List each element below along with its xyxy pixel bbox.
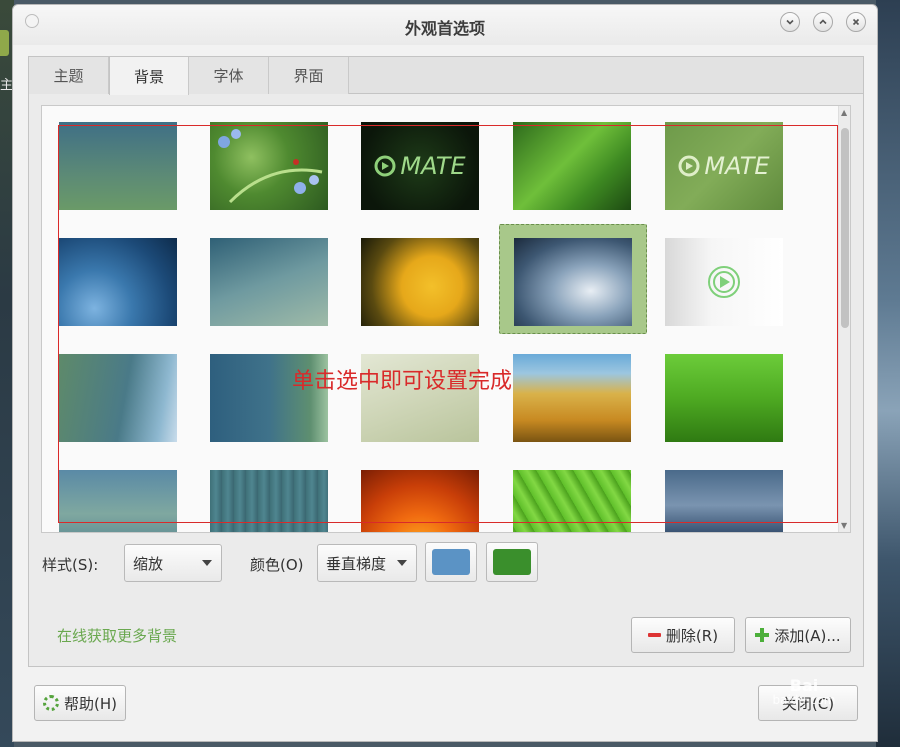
tab-theme[interactable]: 主题 bbox=[29, 57, 109, 94]
style-label: 样式(S): bbox=[42, 556, 99, 574]
annotation-text: 单击选中即可设置完成 bbox=[292, 369, 513, 394]
get-more-backgrounds-link[interactable]: 在线获取更多背景 bbox=[57, 625, 177, 646]
color-label: 颜色(O) bbox=[250, 556, 304, 574]
delete-button-label: 删除(R) bbox=[665, 626, 719, 645]
tab-fonts[interactable]: 字体 bbox=[189, 57, 269, 94]
window-title: 外观首选项 bbox=[404, 19, 485, 38]
desktop-right-edge bbox=[876, 0, 900, 747]
scroll-down-icon[interactable]: ▼ bbox=[841, 521, 847, 530]
minimize-button[interactable] bbox=[780, 12, 800, 32]
tab-interface[interactable]: 界面 bbox=[269, 57, 349, 94]
primary-color-button[interactable] bbox=[425, 542, 477, 582]
desktop-panel-chip bbox=[0, 30, 9, 56]
secondary-color-swatch bbox=[493, 549, 531, 575]
close-window-button[interactable] bbox=[846, 12, 866, 32]
close-icon bbox=[852, 18, 860, 26]
caret-down-icon bbox=[202, 560, 212, 566]
close-button-label: 关闭(C) bbox=[781, 694, 835, 713]
help-icon bbox=[43, 695, 59, 711]
minus-icon bbox=[647, 633, 661, 637]
close-button[interactable]: 关闭(C) bbox=[758, 685, 858, 721]
add-button-label: 添加(A)... bbox=[774, 626, 841, 645]
annotation-box bbox=[58, 125, 838, 523]
maximize-button[interactable] bbox=[813, 12, 833, 32]
help-button[interactable]: 帮助(H) bbox=[34, 685, 126, 721]
scrollbar-thumb[interactable] bbox=[841, 128, 849, 328]
caret-down-icon bbox=[397, 560, 407, 566]
secondary-color-button[interactable] bbox=[486, 542, 538, 582]
primary-color-swatch bbox=[432, 549, 470, 575]
style-combobox[interactable]: 缩放 bbox=[124, 544, 222, 582]
scroll-up-icon[interactable]: ▲ bbox=[841, 108, 847, 117]
color-mode-combobox[interactable]: 垂直梯度 bbox=[317, 544, 417, 582]
titlebar: 外观首选项 bbox=[13, 5, 877, 45]
style-value: 缩放 bbox=[133, 554, 164, 573]
chevron-down-icon bbox=[786, 19, 794, 25]
tab-background[interactable]: 背景 bbox=[109, 57, 189, 95]
chevron-up-icon bbox=[819, 19, 827, 25]
gallery-scrollbar[interactable]: ▲ ▼ bbox=[838, 106, 850, 532]
delete-button[interactable]: 删除(R) bbox=[631, 617, 735, 653]
tab-bar: 主题 背景 字体 界面 bbox=[29, 57, 863, 95]
plus-icon bbox=[755, 628, 770, 642]
help-button-label: 帮助(H) bbox=[64, 694, 117, 713]
add-button[interactable]: 添加(A)... bbox=[745, 617, 851, 653]
color-mode-value: 垂直梯度 bbox=[326, 554, 387, 573]
